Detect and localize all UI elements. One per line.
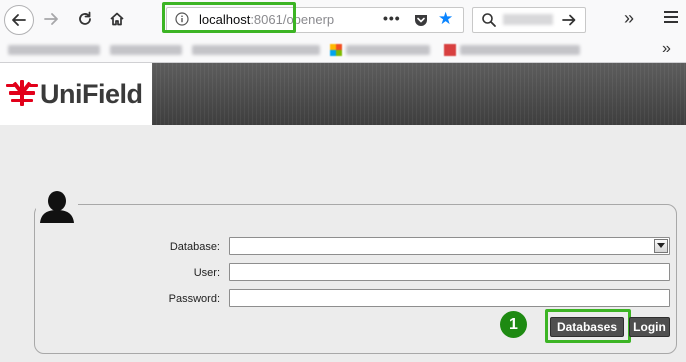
chevron-down-icon (657, 243, 665, 248)
database-dropdown-button[interactable] (654, 239, 668, 253)
hamburger-menu-icon[interactable] (664, 11, 678, 26)
toolbar-overflow-icon[interactable]: » (624, 8, 634, 28)
forward-button[interactable] (38, 6, 64, 32)
bookmarks-overflow-icon[interactable]: » (662, 40, 671, 58)
bookmark-item[interactable] (110, 45, 182, 55)
unifield-logo[interactable]: UniField (0, 63, 152, 125)
browser-toolbar: localhost:8061/openerp ••• ★ » (0, 0, 686, 39)
search-bar[interactable] (472, 7, 586, 33)
bookmarks-bar: » (0, 38, 686, 63)
databases-highlight-box (545, 309, 631, 343)
home-button[interactable] (104, 6, 130, 32)
pocket-icon[interactable] (413, 12, 429, 28)
database-select[interactable] (229, 237, 670, 255)
bookmark-favicon (330, 44, 342, 56)
unifield-logo-text: UniField (40, 79, 143, 109)
bookmark-item[interactable] (8, 45, 100, 55)
password-label: Password: (168, 293, 220, 305)
url-highlight-box (162, 2, 296, 33)
database-label: Database: (169, 241, 220, 253)
header-texture (152, 63, 686, 125)
bookmark-item[interactable] (460, 45, 580, 55)
user-field[interactable] (229, 263, 670, 281)
login-button[interactable]: Login (629, 317, 670, 337)
search-go-icon[interactable] (561, 12, 577, 28)
page-actions-icon[interactable]: ••• (383, 10, 401, 26)
search-query-blurred (503, 14, 553, 25)
user-label: User: (193, 267, 220, 279)
back-arrow-icon (12, 14, 26, 26)
bookmark-star-icon[interactable]: ★ (438, 10, 453, 28)
forward-arrow-icon (44, 13, 58, 25)
reload-icon (79, 11, 91, 25)
user-silhouette-icon (36, 190, 78, 226)
reload-button[interactable] (72, 6, 98, 32)
step-badge: 1 (500, 311, 527, 338)
home-icon (110, 12, 124, 26)
back-button[interactable] (4, 5, 34, 35)
bookmark-item[interactable] (192, 45, 320, 55)
unifield-logo-icon (6, 80, 38, 106)
bookmark-favicon (444, 44, 456, 56)
bookmark-item[interactable] (346, 45, 430, 55)
search-icon (482, 13, 496, 27)
password-field[interactable] (229, 289, 670, 307)
